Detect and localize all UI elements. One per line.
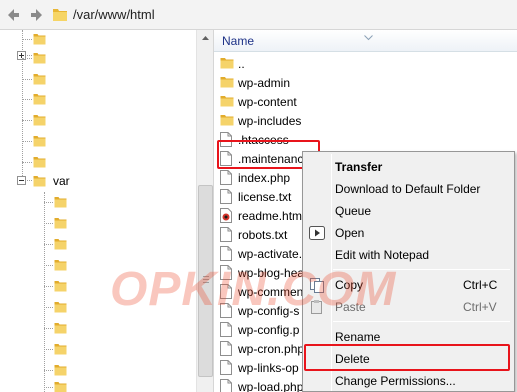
file-icon xyxy=(220,322,232,340)
tree-folder-icon[interactable] xyxy=(54,216,67,233)
menu-item-transfer[interactable]: Transfer xyxy=(305,156,512,178)
tree-folder-icon[interactable] xyxy=(33,155,46,172)
file-name: .. xyxy=(238,57,245,71)
folder-icon xyxy=(220,113,234,130)
file-icon xyxy=(220,379,232,392)
file-icon xyxy=(220,341,232,359)
file-name: index.php xyxy=(238,171,291,185)
file-icon xyxy=(220,170,232,188)
file-name: wp-links-op xyxy=(238,361,299,375)
file-name: wp-activate. xyxy=(238,247,303,261)
forward-arrow-icon[interactable] xyxy=(29,7,45,23)
tree-folder-icon[interactable] xyxy=(54,279,67,296)
tree-folder-icon[interactable] xyxy=(54,342,67,359)
folder-icon xyxy=(52,6,68,26)
highlight-delete-box xyxy=(304,344,510,371)
tree-item-var[interactable]: var xyxy=(53,174,70,188)
tree-folder-icon[interactable] xyxy=(54,300,67,317)
address-path[interactable]: /var/www/html xyxy=(73,7,155,22)
menu-item-queue[interactable]: Queue xyxy=(305,200,512,222)
tree-folder-icon[interactable] xyxy=(33,92,46,109)
watermark-logo: OPKIN.COM xyxy=(110,263,397,316)
tree-folder-icon[interactable] xyxy=(33,113,46,130)
file-name: wp-includes xyxy=(238,114,302,128)
tree-folder-icon[interactable] xyxy=(54,237,67,254)
scroll-up-button[interactable] xyxy=(197,30,214,47)
menu-item-download[interactable]: Download to Default Folder xyxy=(305,178,512,200)
file-row[interactable]: .. xyxy=(214,54,517,73)
back-arrow-icon[interactable] xyxy=(5,7,21,23)
folder-icon xyxy=(220,75,234,92)
file-name: readme.htm xyxy=(238,209,303,223)
open-play-icon xyxy=(309,225,325,241)
folder-icon xyxy=(220,56,234,73)
tree-collapse-button[interactable] xyxy=(17,176,26,185)
file-icon xyxy=(220,189,232,207)
file-row[interactable]: wp-content xyxy=(214,92,517,111)
file-name: wp-admin xyxy=(238,76,291,90)
file-name: license.txt xyxy=(238,190,292,204)
tree-folder-icon[interactable] xyxy=(33,51,46,68)
tree-folder-icon[interactable] xyxy=(54,363,67,380)
tree-folder-icon[interactable] xyxy=(33,32,46,49)
file-name: robots.txt xyxy=(238,228,288,242)
tree-folder-icon[interactable] xyxy=(33,72,46,89)
sort-arrow-icon xyxy=(364,30,373,44)
folder-tree: var xyxy=(0,30,196,392)
html-file-icon xyxy=(220,208,232,226)
tree-folder-icon[interactable] xyxy=(33,134,46,151)
column-name-label: Name xyxy=(222,34,255,48)
file-icon xyxy=(220,227,232,245)
name-column-header[interactable]: Name xyxy=(214,30,517,52)
folder-icon xyxy=(220,94,234,111)
tree-folder-icon[interactable] xyxy=(33,174,46,191)
file-name: wp-cron.php xyxy=(238,342,305,356)
tree-folder-icon[interactable] xyxy=(54,380,67,392)
file-row[interactable]: wp-admin xyxy=(214,73,517,92)
tree-scrollbar[interactable] xyxy=(196,30,214,392)
tree-folder-icon[interactable] xyxy=(54,321,67,338)
tree-folder-icon[interactable] xyxy=(54,258,67,275)
tree-folder-icon[interactable] xyxy=(54,195,67,212)
file-name: wp-content xyxy=(238,95,297,109)
menu-item-change-permissions[interactable]: Change Permissions... xyxy=(305,370,512,392)
file-icon xyxy=(220,360,232,378)
file-name: wp-load.php xyxy=(238,380,304,392)
menu-item-open[interactable]: Open xyxy=(305,222,512,244)
file-row[interactable]: wp-includes xyxy=(214,111,517,130)
address-bar: /var/www/html xyxy=(0,0,517,30)
file-name: wp-config.p xyxy=(238,323,300,337)
